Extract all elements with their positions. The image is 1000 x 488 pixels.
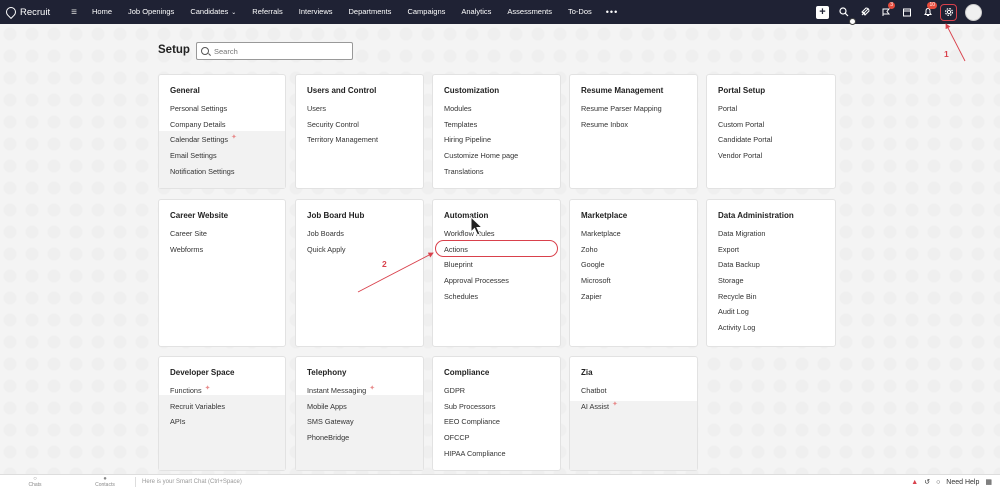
alert-icon[interactable]: ▲ — [911, 479, 918, 486]
contacts-label: Contacts — [95, 481, 115, 488]
annotation-arrows — [357, 23, 966, 293]
mouse-cursor-icon — [470, 216, 484, 236]
smart-chat-input[interactable]: Here is your Smart Chat (Ctrl+Space) — [135, 477, 875, 487]
bottom-right-actions: ▲ ↺ ○ Need Help ▦ — [911, 475, 992, 488]
help-icon[interactable]: ○ — [936, 479, 940, 486]
need-help-button[interactable]: Need Help — [946, 479, 979, 486]
arrow-to-settings — [945, 23, 966, 62]
bottom-bar: ○ Chats ● Contacts Here is your Smart Ch… — [0, 474, 1000, 488]
grid-icon[interactable]: ▦ — [985, 478, 992, 486]
arrow-to-actions — [357, 252, 434, 293]
contacts-button[interactable]: ● Contacts — [70, 476, 140, 488]
chats-label: Chats — [28, 481, 42, 488]
chats-button[interactable]: ○ Chats — [0, 476, 70, 488]
cursor-ring-icon — [849, 18, 856, 25]
history-icon[interactable]: ↺ — [924, 478, 930, 486]
